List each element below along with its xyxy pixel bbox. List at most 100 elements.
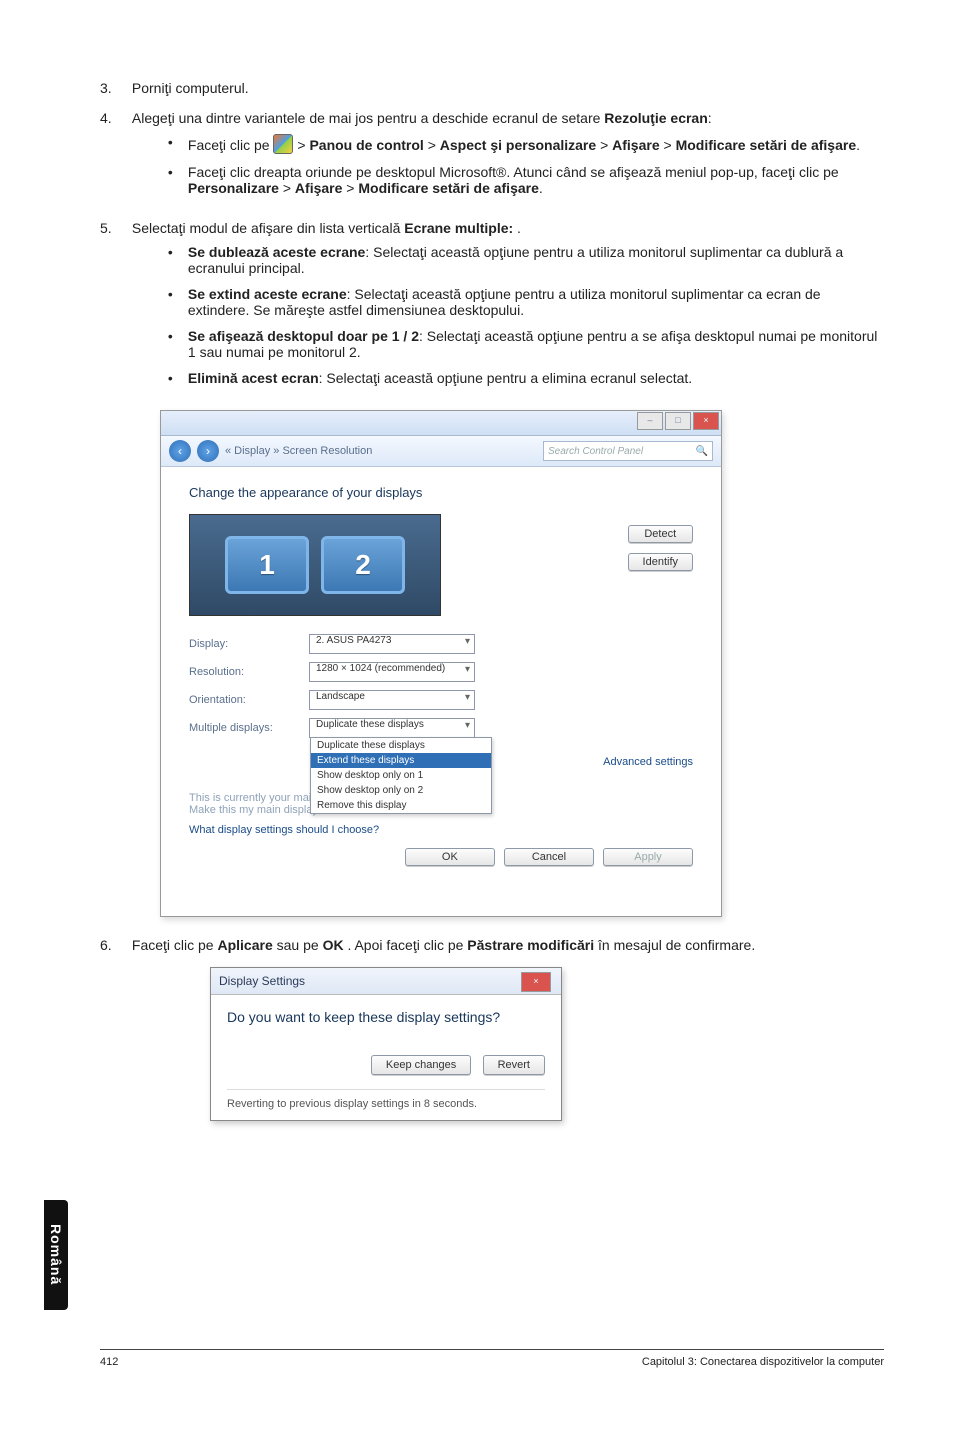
text: > bbox=[297, 137, 309, 153]
apply-button[interactable]: Apply bbox=[603, 848, 693, 866]
dropdown-option[interactable]: Remove this display bbox=[311, 798, 491, 813]
orientation-label: Orientation: bbox=[189, 694, 299, 706]
bold: Se dublează aceste ecrane bbox=[188, 244, 365, 260]
step-num: 5. bbox=[100, 220, 128, 236]
substep-4a: Faceţi clic pe > Panou de control > Aspe… bbox=[162, 134, 884, 154]
text: sau pe bbox=[277, 937, 323, 953]
bold: Personalizare bbox=[188, 180, 279, 196]
nav-bar: ‹ › « Display » Screen Resolution Search… bbox=[161, 436, 721, 467]
opt-show-one: Se afişează desktopul doar pe 1 / 2: Sel… bbox=[162, 328, 884, 360]
dialog-titlebar: Display Settings × bbox=[211, 968, 561, 995]
bold: Modificare setări de afişare bbox=[676, 137, 857, 153]
help-link[interactable]: What display settings should I choose? bbox=[189, 824, 693, 836]
back-icon[interactable]: ‹ bbox=[169, 440, 191, 462]
multiple-displays-dropdown: Duplicate these displays Extend these di… bbox=[310, 737, 492, 814]
resolution-select[interactable]: 1280 × 1024 (recommended) bbox=[309, 662, 475, 682]
page-number: 412 bbox=[100, 1356, 118, 1368]
step-4: 4. Alegeţi una dintre variantele de mai … bbox=[100, 110, 884, 206]
dialog-question: Do you want to keep these display settin… bbox=[227, 1009, 545, 1025]
step-text: Faceţi clic pe Aplicare sau pe OK . Apoi… bbox=[132, 937, 884, 953]
bold: Afişare bbox=[612, 137, 659, 153]
text: . bbox=[513, 220, 521, 236]
display-select[interactable]: 2. ASUS PA4273 bbox=[309, 634, 475, 654]
step-num: 6. bbox=[100, 937, 128, 953]
keep-changes-button[interactable]: Keep changes bbox=[371, 1055, 471, 1075]
bold: Păstrare modificări bbox=[467, 937, 594, 953]
step-text: Alegeţi una dintre variantele de mai jos… bbox=[132, 110, 884, 206]
text: > bbox=[664, 137, 676, 153]
bold: OK bbox=[323, 937, 344, 953]
monitor-1[interactable]: 1 bbox=[225, 536, 309, 594]
bold: Modificare setări de afişare bbox=[358, 180, 539, 196]
maximize-icon[interactable]: □ bbox=[665, 412, 691, 430]
window-titlebar: – □ × bbox=[161, 411, 721, 436]
bold: Afişare bbox=[295, 180, 342, 196]
bold: Rezoluţie ecran bbox=[604, 110, 707, 126]
advanced-settings-link[interactable]: Advanced settings bbox=[603, 756, 693, 768]
display-label: Display: bbox=[189, 638, 299, 650]
cancel-button[interactable]: Cancel bbox=[504, 848, 594, 866]
text: Alegeţi una dintre variantele de mai jos… bbox=[132, 110, 604, 126]
minimize-icon[interactable]: – bbox=[637, 412, 663, 430]
ok-button[interactable]: OK bbox=[405, 848, 495, 866]
identify-button[interactable]: Identify bbox=[628, 553, 693, 571]
forward-icon[interactable]: › bbox=[197, 440, 219, 462]
text: > bbox=[283, 180, 295, 196]
close-icon[interactable]: × bbox=[693, 412, 719, 430]
search-placeholder: Search Control Panel bbox=[548, 446, 643, 457]
step-num: 3. bbox=[100, 80, 128, 96]
multiple-displays-select[interactable]: Duplicate these displays Duplicate these… bbox=[309, 718, 475, 738]
detect-button[interactable]: Detect bbox=[628, 525, 693, 543]
step-5: 5. Selectaţi modul de afişare din lista … bbox=[100, 220, 884, 396]
bold: Aspect şi personalizare bbox=[440, 137, 596, 153]
display-arrangement[interactable]: 1 2 bbox=[189, 514, 441, 616]
bold: Elimină acest ecran bbox=[188, 370, 319, 386]
breadcrumb[interactable]: « Display » Screen Resolution bbox=[225, 445, 372, 457]
step-text: Porniţi computerul. bbox=[132, 80, 884, 96]
close-icon[interactable]: × bbox=[521, 972, 551, 992]
opt-remove: Elimină acest ecran: Selectaţi această o… bbox=[162, 370, 884, 386]
dropdown-option[interactable]: Extend these displays bbox=[311, 753, 491, 768]
bold: Se afişează desktopul doar pe 1 / 2 bbox=[188, 328, 419, 344]
substep-4b: Faceţi clic dreapta oriunde pe desktopul… bbox=[162, 164, 884, 196]
text: . Apoi faceţi clic pe bbox=[347, 937, 467, 953]
text: . bbox=[856, 137, 860, 153]
search-input[interactable]: Search Control Panel bbox=[543, 441, 713, 461]
multiple-displays-label: Multiple displays: bbox=[189, 722, 299, 734]
screenshot-screen-resolution: – □ × ‹ › « Display » Screen Resolution … bbox=[160, 410, 722, 917]
text: > bbox=[600, 137, 612, 153]
monitor-2[interactable]: 2 bbox=[321, 536, 405, 594]
start-menu-icon bbox=[273, 134, 293, 154]
text: . bbox=[539, 180, 543, 196]
dropdown-option[interactable]: Duplicate these displays bbox=[311, 738, 491, 753]
bold: Ecrane multiple: bbox=[404, 220, 513, 236]
page-title: Change the appearance of your displays bbox=[189, 485, 693, 500]
screenshot-confirm-dialog: Display Settings × Do you want to keep t… bbox=[210, 967, 562, 1121]
dialog-title: Display Settings bbox=[219, 974, 305, 988]
select-value: Duplicate these displays bbox=[316, 719, 424, 730]
text: > bbox=[428, 137, 440, 153]
bold: Se extind aceste ecrane bbox=[188, 286, 347, 302]
language-tab: Română bbox=[44, 1200, 68, 1310]
step-3: 3. Porniţi computerul. bbox=[100, 80, 884, 96]
step-6: 6. Faceţi clic pe Aplicare sau pe OK . A… bbox=[100, 937, 884, 953]
dropdown-option[interactable]: Show desktop only on 1 bbox=[311, 768, 491, 783]
opt-duplicate: Se dublează aceste ecrane: Selectaţi ace… bbox=[162, 244, 884, 276]
resolution-label: Resolution: bbox=[189, 666, 299, 678]
dropdown-option[interactable]: Show desktop only on 2 bbox=[311, 783, 491, 798]
step-num: 4. bbox=[100, 110, 128, 126]
text: Selectaţi modul de afişare din lista ver… bbox=[132, 220, 404, 236]
text: : Selectaţi această opţiune pentru a eli… bbox=[319, 370, 693, 386]
text: Faceţi clic dreapta oriunde pe desktopul… bbox=[188, 164, 839, 180]
text: Faceţi clic pe bbox=[132, 937, 218, 953]
text: : bbox=[708, 110, 712, 126]
opt-extend: Se extind aceste ecrane: Selectaţi aceas… bbox=[162, 286, 884, 318]
orientation-select[interactable]: Landscape bbox=[309, 690, 475, 710]
bold: Panou de control bbox=[309, 137, 423, 153]
chapter-title: Capitolul 3: Conectarea dispozitivelor l… bbox=[642, 1356, 884, 1368]
revert-timer: Reverting to previous display settings i… bbox=[227, 1089, 545, 1110]
page-footer: 412 Capitolul 3: Conectarea dispozitivel… bbox=[100, 1349, 884, 1368]
text: Faceţi clic pe bbox=[188, 137, 274, 153]
bold: Aplicare bbox=[217, 937, 272, 953]
revert-button[interactable]: Revert bbox=[483, 1055, 545, 1075]
